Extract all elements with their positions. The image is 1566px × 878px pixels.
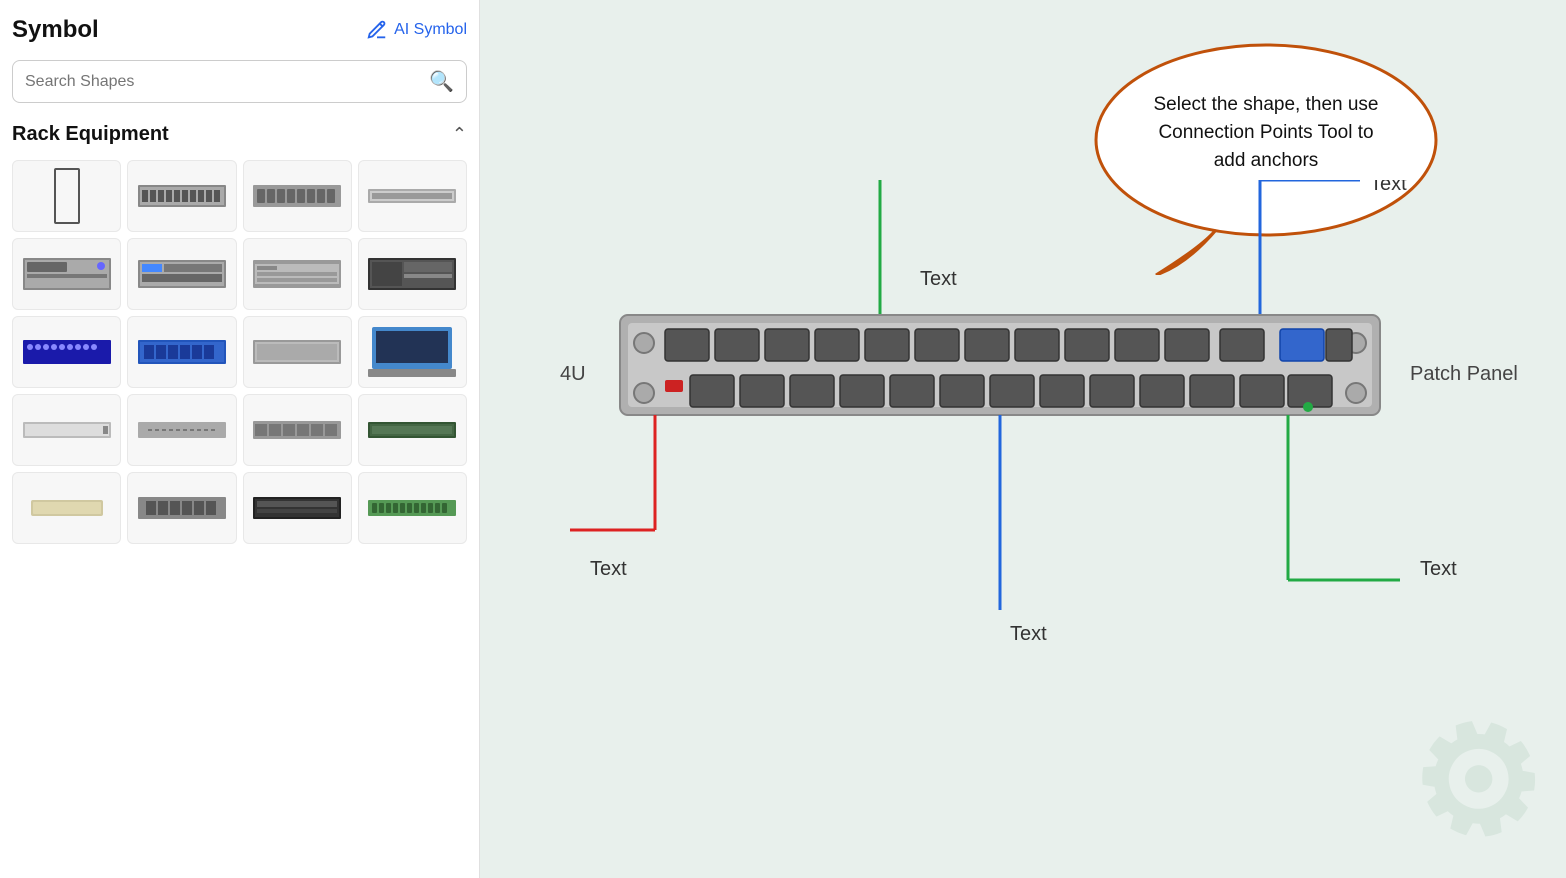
shape-item[interactable] — [358, 160, 467, 232]
canvas: Select the shape, then use Connection Po… — [480, 0, 1566, 878]
shape-item[interactable] — [127, 316, 236, 388]
shape-item[interactable] — [127, 472, 236, 544]
shape-item[interactable] — [127, 238, 236, 310]
sidebar-title: Symbol — [12, 16, 99, 44]
shape-item[interactable] — [243, 238, 352, 310]
shape-item[interactable] — [12, 472, 121, 544]
section-header: Rack Equipment ⌃ — [12, 123, 467, 146]
text-label-top-right: Text — [1370, 180, 1407, 195]
section-title: Rack Equipment — [12, 123, 169, 146]
shape-item[interactable] — [358, 238, 467, 310]
shape-item[interactable] — [12, 394, 121, 466]
patch-panel-group — [620, 315, 1380, 415]
shape-item[interactable] — [12, 160, 121, 232]
shape-item[interactable] — [243, 472, 352, 544]
shape-item[interactable] — [12, 238, 121, 310]
ai-symbol-icon — [366, 19, 388, 41]
label-patch-panel: Patch Panel — [1410, 363, 1518, 385]
sidebar-header: Symbol AI Symbol — [12, 16, 467, 44]
chevron-up-icon: ⌃ — [452, 124, 467, 144]
sidebar: Symbol AI Symbol 🔍 Rack Equipment ⌃ — [0, 0, 480, 878]
text-label-bottom-center: Text — [1010, 623, 1047, 645]
search-button[interactable]: 🔍 — [429, 69, 454, 94]
search-input[interactable] — [25, 73, 429, 91]
shapes-grid — [12, 160, 467, 544]
search-icon: 🔍 — [429, 71, 454, 93]
label-4u: 4U — [560, 363, 586, 385]
shape-item[interactable] — [127, 160, 236, 232]
svg-text:add anchors: add anchors — [1214, 150, 1319, 171]
shape-item[interactable] — [358, 472, 467, 544]
collapse-button[interactable]: ⌃ — [452, 124, 467, 145]
shape-item[interactable] — [12, 316, 121, 388]
svg-text:Select the shape, then use: Select the shape, then use — [1154, 94, 1379, 115]
ai-symbol-label: AI Symbol — [394, 21, 467, 39]
shape-item[interactable] — [243, 160, 352, 232]
shape-item[interactable] — [243, 316, 352, 388]
shape-item[interactable] — [358, 316, 467, 388]
shape-item[interactable] — [127, 394, 236, 466]
svg-text:Connection Points Tool to: Connection Points Tool to — [1158, 122, 1373, 143]
text-label-top-center: Text — [920, 268, 957, 290]
shape-item[interactable] — [243, 394, 352, 466]
search-bar: 🔍 — [12, 60, 467, 103]
shape-item[interactable] — [358, 394, 467, 466]
text-label-bottom-left: Text — [590, 558, 627, 580]
ai-symbol-button[interactable]: AI Symbol — [366, 19, 467, 41]
text-label-bottom-right: Text — [1420, 558, 1457, 580]
